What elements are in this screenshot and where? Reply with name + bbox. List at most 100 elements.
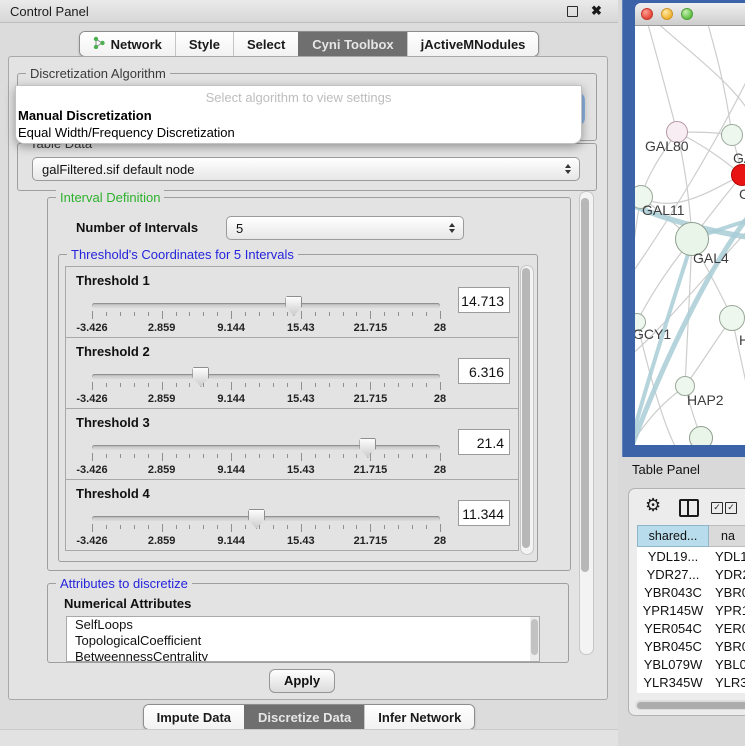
slider-scale-label: 15.43 [287, 393, 315, 405]
table-row[interactable]: YIL052CYIL0 [637, 691, 745, 693]
tick-mark [231, 453, 232, 461]
table-data-combobox[interactable]: galFiltered.sif default node [32, 157, 580, 181]
threshold-value-field[interactable]: 11.344 [458, 500, 510, 526]
node[interactable] [689, 426, 713, 445]
tab-impute-data[interactable]: Impute Data [144, 705, 244, 729]
zoom-traffic-light-icon[interactable] [681, 8, 693, 20]
tick-mark [370, 382, 371, 390]
tab-label: Style [189, 37, 220, 52]
table-row[interactable]: YBL079WYBL0 [637, 655, 745, 673]
float-window-icon[interactable] [567, 6, 578, 17]
slider-scale-label: 2.859 [148, 393, 176, 405]
table-hscrollbar[interactable] [635, 700, 745, 710]
tick-mark [440, 311, 441, 319]
attributes-scrollbar[interactable] [530, 617, 539, 661]
numerical-attributes-label: Numerical Attributes [64, 596, 191, 611]
table-row[interactable]: YDL19...YDL1 [637, 547, 745, 565]
tick-mark [162, 311, 163, 319]
attribute-list-item[interactable]: SelfLoops [67, 617, 539, 633]
node[interactable] [719, 305, 745, 331]
minimize-traffic-light-icon[interactable] [661, 8, 673, 20]
tick-mark [106, 454, 107, 458]
tick-mark [245, 525, 246, 529]
gear-icon[interactable]: ⚙ [645, 495, 661, 516]
apply-button[interactable]: Apply [269, 669, 335, 693]
tab-infer-network[interactable]: Infer Network [364, 705, 474, 729]
threshold-value-field[interactable]: 21.4 [458, 429, 510, 455]
tick-mark [356, 525, 357, 529]
attribute-list-item[interactable]: BetweennessCentrality [67, 649, 539, 662]
number-of-intervals-combobox[interactable]: 5 [226, 216, 464, 240]
table-row[interactable]: YBR045CYBR0 [637, 637, 745, 655]
table-row[interactable]: YER054CYER0 [637, 619, 745, 637]
slider-scale: -3.4262.8599.14415.4321.71528 [92, 464, 440, 476]
threshold-rows: Threshold 1-3.4262.8599.14415.4321.71528… [65, 267, 519, 551]
close-traffic-light-icon[interactable] [641, 8, 653, 20]
scrollbar-thumb[interactable] [531, 619, 538, 655]
tick-mark [259, 525, 260, 529]
tick-mark [273, 383, 274, 387]
tick-mark [189, 454, 190, 458]
tick-mark [315, 454, 316, 458]
tick-mark [106, 525, 107, 529]
slider-track[interactable] [92, 374, 440, 379]
column-header-shared-name[interactable]: shared... [637, 525, 709, 547]
table-row[interactable]: YBR043CYBR0 [637, 583, 745, 601]
node-attribute-table: shared... na YDL19...YDL1YDR27...YDR2YBR… [637, 525, 745, 693]
algorithm-dropdown-popup: Select algorithm to view settings Manual… [15, 85, 582, 144]
table-cell-name: YLR3 [709, 675, 745, 690]
slider-scale-label: 2.859 [148, 464, 176, 476]
table-cell-name: YBR0 [709, 639, 745, 654]
threshold-value-field[interactable]: 14.713 [458, 287, 510, 313]
attribute-items: SelfLoopsTopologicalCoefficientBetweenne… [67, 617, 539, 662]
column-header-name[interactable]: na [709, 525, 745, 547]
thresholds-scrollbar[interactable] [520, 265, 534, 555]
split-view-icon[interactable] [679, 499, 699, 517]
tick-mark [162, 453, 163, 461]
checkbox-icon[interactable]: ✓ [725, 502, 737, 514]
group-title: Threshold's Coordinates for 5 Intervals [67, 247, 298, 262]
tick-mark [398, 312, 399, 316]
scrollbar-thumb[interactable] [581, 198, 589, 572]
dropdown-option-manual-discretization[interactable]: Manual Discretization [18, 108, 581, 123]
tab-network[interactable]: Network [80, 32, 175, 56]
tick-mark [134, 525, 135, 529]
table-cell-name: YBL0 [709, 657, 745, 672]
node[interactable] [721, 124, 743, 146]
tick-mark [92, 311, 93, 319]
tab-select[interactable]: Select [233, 32, 298, 56]
tick-mark [412, 454, 413, 458]
tab-jactivemnodules[interactable]: jActiveMNodules [407, 32, 539, 56]
combo-stepper-icon [565, 164, 571, 174]
dropdown-option-equal-width[interactable]: Equal Width/Frequency Discretization [18, 125, 581, 140]
attribute-list-item[interactable]: TopologicalCoefficient [67, 633, 539, 649]
node-label: GCY1 [635, 326, 671, 342]
tab-label: Impute Data [157, 710, 231, 725]
scrollbar-thumb[interactable] [637, 702, 745, 709]
tick-mark [231, 311, 232, 319]
threshold-value-field[interactable]: 6.316 [458, 358, 510, 384]
tab-style[interactable]: Style [175, 32, 233, 56]
panel-title: Control Panel [10, 4, 89, 19]
table-row[interactable]: YLR345WYLR3 [637, 673, 745, 691]
node-label: H [739, 332, 745, 348]
slider-track[interactable] [92, 303, 440, 308]
tick-mark [162, 524, 163, 532]
scrollbar-thumb[interactable] [522, 268, 530, 548]
checkbox-icon[interactable]: ✓ [711, 502, 723, 514]
threshold-slider[interactable]: -3.4262.8599.14415.4321.71528 [66, 435, 518, 479]
close-icon[interactable]: ✖ [591, 3, 602, 19]
slider-track[interactable] [92, 445, 440, 450]
tab-cyni-toolbox[interactable]: Cyni Toolbox [298, 32, 406, 56]
tick-mark [412, 383, 413, 387]
panel-scrollbar[interactable] [579, 191, 594, 655]
table-row[interactable]: YDR27...YDR2 [637, 565, 745, 583]
slider-track[interactable] [92, 516, 440, 521]
network-window-titlebar [635, 3, 745, 26]
threshold-slider[interactable]: -3.4262.8599.14415.4321.71528 [66, 364, 518, 408]
tab-discretize-data[interactable]: Discretize Data [244, 705, 364, 729]
table-row[interactable]: YPR145WYPR1 [637, 601, 745, 619]
threshold-slider[interactable]: -3.4262.8599.14415.4321.71528 [66, 293, 518, 337]
threshold-slider[interactable]: -3.4262.8599.14415.4321.71528 [66, 506, 518, 550]
slider-scale-label: 2.859 [148, 322, 176, 334]
